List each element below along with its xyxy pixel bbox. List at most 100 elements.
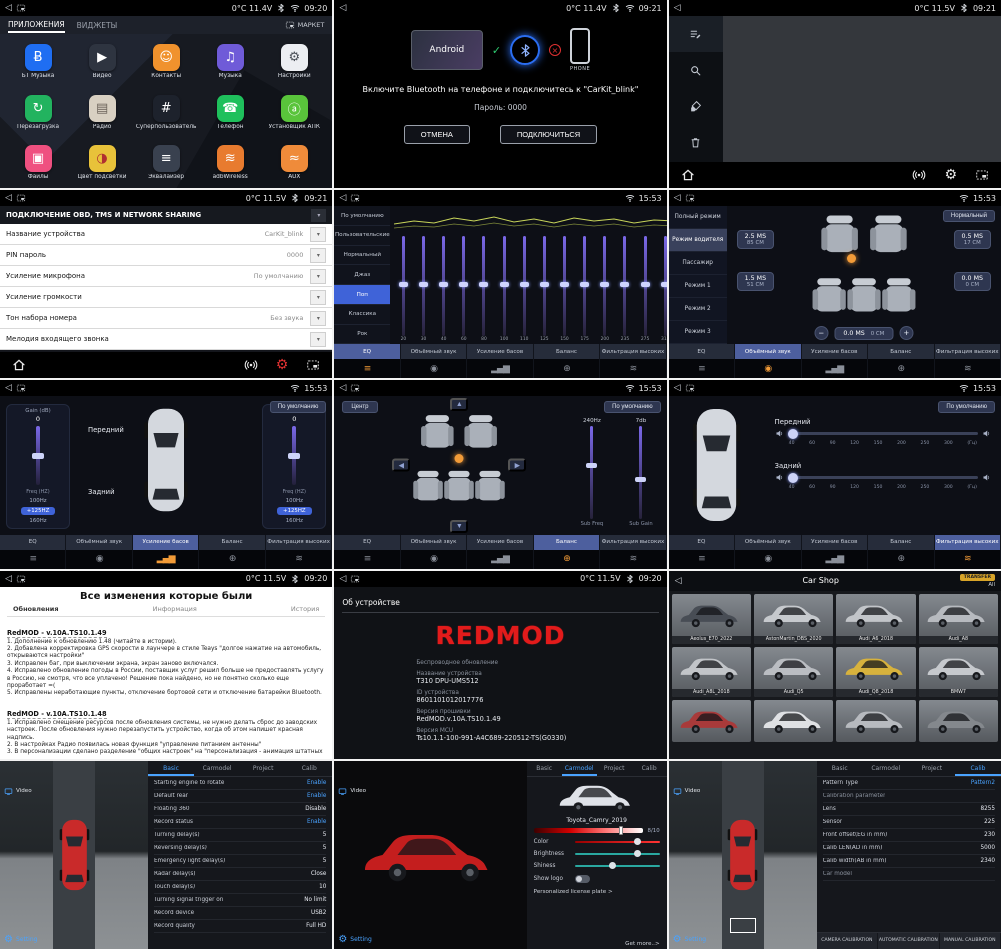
eq-slider-handle[interactable]: [399, 282, 408, 287]
eq-slider-track[interactable]: [644, 236, 647, 336]
eq-slider-handle[interactable]: [439, 282, 448, 287]
arrow-up-button[interactable]: ▲: [450, 398, 468, 411]
eq-slider-track[interactable]: [482, 236, 485, 336]
bass-freq-option[interactable]: 100Hz: [23, 497, 52, 505]
car-card[interactable]: Audi_A8L_2018: [672, 647, 751, 697]
bass-freq-option[interactable]: 100Hz: [280, 497, 309, 505]
dropdown-caret-icon[interactable]: ▾: [310, 290, 326, 305]
settings-row[interactable]: Starting engine to rotateEnable: [154, 777, 326, 790]
cancel-button[interactable]: ОТМЕНА: [404, 125, 470, 144]
eq-band[interactable]: 125: [535, 236, 553, 342]
settings-row[interactable]: Default rearEnable: [154, 790, 326, 803]
carmodel-thumbnail[interactable]: [527, 777, 667, 817]
delay-chip-front-left[interactable]: 2.5 MS 85 CM: [737, 230, 774, 249]
gain-slider-handle[interactable]: [32, 453, 44, 459]
settings-row[interactable]: Усиление микрофонаПо умолчанию▾: [0, 266, 332, 287]
audio-tab-0[interactable]: EQ≡: [334, 535, 400, 569]
car-card[interactable]: Audi_A6_2018: [836, 594, 915, 644]
eq-band[interactable]: 110: [515, 236, 533, 342]
avm-tab-1[interactable]: Carmodel: [562, 761, 597, 776]
surround-mode[interactable]: Режим водителя: [669, 229, 727, 252]
tab-applications[interactable]: ПРИЛОЖЕНИЯ: [8, 17, 65, 33]
sidebar-item-trash[interactable]: [669, 124, 723, 160]
eq-slider-handle[interactable]: [540, 282, 549, 287]
eq-slider-track[interactable]: [523, 236, 526, 336]
scale-tick[interactable]: 250: [921, 441, 930, 446]
settings-row[interactable]: Усиление громкости▾: [0, 287, 332, 308]
sub-gain-slider[interactable]: [639, 426, 642, 518]
arrow-left-button[interactable]: ◀: [392, 459, 410, 472]
sub-freq-slider[interactable]: [590, 426, 593, 518]
app-item[interactable]: ☎Телефон: [198, 88, 262, 135]
dropdown-caret-icon[interactable]: ▾: [310, 227, 326, 242]
settings-row[interactable]: Emergency light delay(s)5: [154, 855, 326, 868]
filter-all-button[interactable]: All: [988, 582, 995, 588]
home-icon[interactable]: [681, 168, 695, 182]
settings-row[interactable]: Sensor225: [823, 816, 995, 829]
video-tag[interactable]: Video: [673, 787, 701, 796]
car-card[interactable]: [919, 700, 998, 742]
car-card[interactable]: Audi_Q5: [754, 647, 833, 697]
scale-tick[interactable]: 60: [809, 485, 815, 490]
eq-band[interactable]: 200: [596, 236, 614, 342]
app-item[interactable]: ▤Радио: [70, 88, 134, 135]
scale-tick[interactable]: 60: [809, 441, 815, 446]
settings-row[interactable]: Radar delay(s)Close: [154, 868, 326, 881]
eq-slider-handle[interactable]: [419, 282, 428, 287]
settings-row[interactable]: Record statusEnable: [154, 816, 326, 829]
back-icon[interactable]: ◁: [674, 193, 681, 203]
settings-row[interactable]: Turning signal trigger onNo limit: [154, 894, 326, 907]
eq-preset[interactable]: Классика: [334, 305, 390, 325]
audio-tab-3[interactable]: Баланс⊕: [868, 344, 934, 378]
scale-tick[interactable]: 90: [830, 441, 836, 446]
back-icon[interactable]: ◁: [339, 193, 346, 203]
audio-tab-3[interactable]: Баланс⊕: [534, 535, 600, 569]
settings-row[interactable]: Calibration parameter: [823, 790, 995, 803]
scale-tick[interactable]: 40: [789, 441, 795, 446]
eq-band[interactable]: 80: [475, 236, 493, 342]
scale-tick[interactable]: (Гц): [967, 441, 977, 446]
plus-button[interactable]: +: [899, 326, 913, 340]
pip-icon[interactable]: [306, 358, 320, 372]
back-icon[interactable]: ◁: [674, 3, 681, 13]
scale-tick[interactable]: 90: [830, 485, 836, 490]
settings-row[interactable]: Calib LEN(AD in mm)5000: [823, 842, 995, 855]
eq-slider-track[interactable]: [422, 236, 425, 336]
avm-tab-0[interactable]: Basic: [148, 761, 194, 776]
scale-tick[interactable]: 300: [944, 485, 953, 490]
settings-row[interactable]: Reversing delay(s)5: [154, 842, 326, 855]
audio-tab-0[interactable]: EQ≡: [334, 344, 400, 378]
settings-row[interactable]: Lens8255: [823, 803, 995, 816]
avm-tab-2[interactable]: Project: [240, 761, 286, 776]
back-icon[interactable]: ◁: [339, 574, 346, 584]
audio-tab-4[interactable]: Фильтрация высоких≋: [935, 344, 1001, 378]
sidebar-item-search[interactable]: [669, 52, 723, 88]
brightness-slider[interactable]: [575, 853, 660, 855]
slider-handle[interactable]: [635, 477, 646, 482]
settings-row[interactable]: Calib width(AB in mm)2340: [823, 855, 995, 868]
car-card[interactable]: [672, 700, 751, 742]
back-icon[interactable]: ◁: [5, 3, 12, 13]
car-card[interactable]: AstonMartin_DBS_2020: [754, 594, 833, 644]
dropdown-caret-icon[interactable]: ▾: [310, 269, 326, 284]
settings-row[interactable]: Touch delay(s)10: [154, 881, 326, 894]
app-item[interactable]: ≡Эквалайзер: [134, 139, 198, 186]
eq-slider-handle[interactable]: [520, 282, 529, 287]
default-button[interactable]: По умолчанию: [938, 401, 995, 413]
transfer-button[interactable]: TRANSFER: [960, 574, 995, 581]
delay-chip-rear-right[interactable]: 0.0 MS 0 CM: [954, 272, 991, 291]
eq-band[interactable]: 40: [435, 236, 453, 342]
app-item[interactable]: ⚙Настройки: [262, 38, 326, 85]
slider-knob[interactable]: [609, 862, 616, 869]
back-icon[interactable]: ◁: [5, 574, 12, 584]
audio-tab-4[interactable]: Фильтрация высоких≋: [600, 344, 666, 378]
audio-tab-4[interactable]: Фильтрация высоких≋: [266, 535, 332, 569]
audio-tab-1[interactable]: Объёмный звук◉: [401, 344, 467, 378]
show-logo-toggle[interactable]: [575, 875, 590, 883]
back-icon[interactable]: ◁: [5, 193, 12, 203]
slider-handle[interactable]: [586, 463, 597, 468]
eq-band[interactable]: 30: [414, 236, 432, 342]
bass-freq-option[interactable]: 160Hz: [280, 517, 309, 525]
setting-tag[interactable]: ⚙ Setting: [673, 935, 706, 945]
audio-tab-0[interactable]: EQ≡: [0, 535, 66, 569]
